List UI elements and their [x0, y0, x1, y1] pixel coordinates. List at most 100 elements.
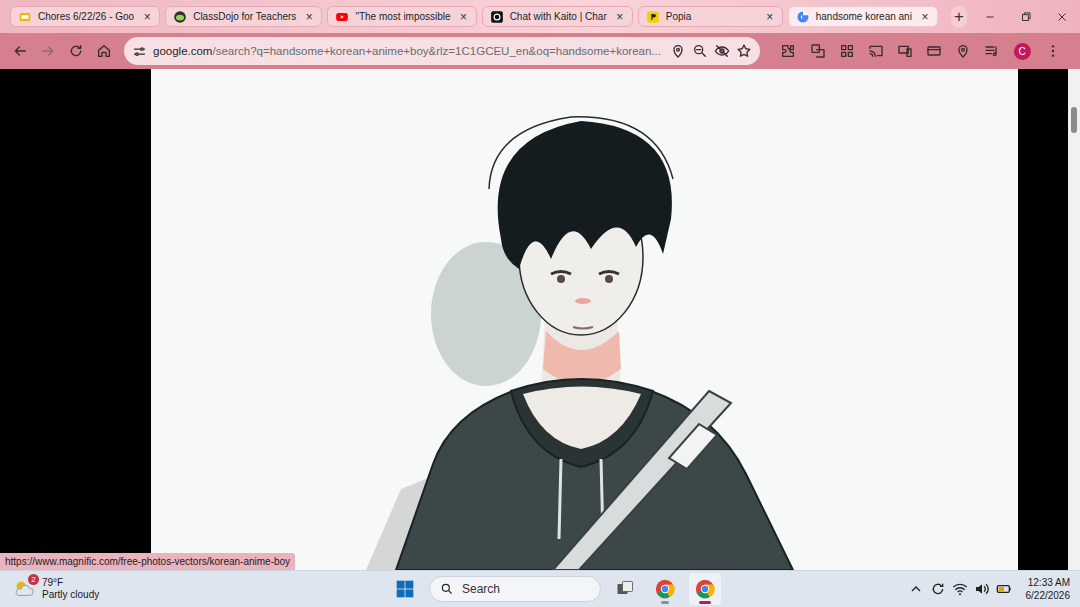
scrollbar[interactable]	[1068, 69, 1080, 570]
tab-label: "The most impossible	[355, 11, 450, 22]
google-icon	[796, 10, 810, 24]
weather-text: 79°FPartly cloudy	[42, 577, 99, 601]
site-settings-icon[interactable]	[132, 44, 147, 59]
toolbar: google.com/search?q=handsome+korean+anim…	[0, 33, 1080, 69]
tab-label: handsome korean ani	[816, 11, 912, 22]
scrollbar-thumb[interactable]	[1071, 107, 1077, 133]
media-icon	[984, 43, 1000, 59]
back-button[interactable]	[6, 37, 34, 65]
youtube-icon	[335, 10, 349, 24]
forward-button[interactable]	[34, 37, 62, 65]
clock-date: 6/22/2026	[1026, 589, 1071, 602]
tab-close-button[interactable]: ×	[613, 10, 627, 24]
tab-close-button[interactable]: ×	[302, 10, 316, 24]
reload-button[interactable]	[62, 37, 90, 65]
chevron-up-icon[interactable]	[908, 581, 924, 597]
devices-button[interactable]	[892, 37, 918, 65]
forward-icon	[40, 43, 56, 59]
eye-off-icon[interactable]	[714, 43, 730, 59]
cast-icon	[868, 43, 884, 59]
translate-button[interactable]	[805, 37, 831, 65]
location-button[interactable]	[950, 37, 976, 65]
browser-tab[interactable]: handsome korean ani ×	[788, 6, 938, 27]
location-icon	[955, 43, 971, 59]
zoom-icon[interactable]	[692, 43, 708, 59]
more-icon	[1045, 43, 1061, 59]
tab-close-button[interactable]: ×	[918, 10, 932, 24]
card-icon	[926, 43, 942, 59]
apps-grid-button[interactable]	[834, 37, 860, 65]
classdojo-icon	[173, 10, 187, 24]
extensions-icon	[780, 43, 796, 59]
link-status-tooltip: https://www.magnific.com/free-photos-vec…	[0, 553, 295, 570]
volume-icon[interactable]	[974, 581, 990, 597]
home-icon	[96, 43, 112, 59]
browser-tab[interactable]: ClassDojo for Teachers×	[165, 6, 322, 27]
start-button[interactable]	[389, 573, 421, 605]
task-view-icon	[615, 579, 635, 599]
running-indicator	[699, 601, 711, 604]
image-viewer[interactable]	[151, 69, 1018, 570]
tab-strip: Chores 6/22/26 - Goo×ClassDojo for Teach…	[0, 0, 1080, 33]
address-text[interactable]: google.com/search?q=handsome+korean+anim…	[153, 45, 664, 57]
tab-close-button[interactable]: ×	[457, 10, 471, 24]
search-icon	[440, 582, 454, 596]
browser-tab[interactable]: Chores 6/22/26 - Goo ×	[10, 6, 160, 27]
page-content: https://www.magnific.com/free-photos-vec…	[0, 69, 1080, 570]
menu-button[interactable]	[1039, 37, 1067, 65]
tab-label: Popia	[666, 11, 757, 22]
taskbar-search[interactable]: Search	[429, 576, 601, 602]
translate-icon	[810, 43, 826, 59]
profile-avatar: C	[1014, 43, 1031, 60]
chrome-icon	[694, 578, 716, 600]
address-bar[interactable]: google.com/search?q=handsome+korean+anim…	[124, 37, 760, 65]
tab-close-button[interactable]: ×	[763, 10, 777, 24]
running-indicator	[661, 601, 669, 604]
close-button[interactable]	[1044, 0, 1080, 33]
cast-button[interactable]	[863, 37, 889, 65]
clock-time: 12:33 AM	[1028, 576, 1070, 589]
extensions-button[interactable]	[774, 37, 802, 65]
chrome-icon	[654, 578, 676, 600]
minimize-icon	[983, 10, 997, 24]
back-icon	[12, 43, 28, 59]
window-controls	[972, 0, 1080, 33]
browser-tab[interactable]: Chat with Kaito | Char ×	[482, 6, 633, 27]
taskbar-app[interactable]	[649, 573, 681, 605]
toolbar-icons: C	[774, 37, 1067, 65]
location-icon[interactable]	[670, 43, 686, 59]
tab-close-button[interactable]: ×	[140, 10, 154, 24]
home-button[interactable]	[90, 37, 118, 65]
docs-icon	[18, 10, 32, 24]
browser-tab[interactable]: Popia ×	[638, 6, 783, 27]
weather-widget[interactable]: 279°FPartly cloudy	[12, 577, 372, 601]
system-tray: 12:33 AM6/22/2026	[908, 576, 1071, 602]
anime-boy-illustration	[151, 69, 1018, 570]
card-button[interactable]	[921, 37, 947, 65]
new-tab-button[interactable]: +	[951, 6, 967, 28]
taskbar-app[interactable]	[689, 573, 721, 605]
restore-icon	[1019, 10, 1033, 24]
task-view-button[interactable]	[609, 573, 641, 605]
notification-badge: 2	[28, 574, 39, 585]
media-button[interactable]	[979, 37, 1005, 65]
temperature: 79°F	[42, 577, 99, 589]
bookmark-star-icon[interactable]	[736, 43, 752, 59]
sync-icon[interactable]	[930, 581, 946, 597]
character-ai-icon	[490, 10, 504, 24]
windows-icon	[395, 579, 415, 599]
browser-tab[interactable]: "The most impossible ×	[327, 6, 476, 27]
page-background	[1018, 69, 1068, 570]
address-domain: google.com	[153, 45, 212, 57]
profile-button[interactable]: C	[1008, 37, 1036, 65]
restore-button[interactable]	[1008, 0, 1044, 33]
battery-icon[interactable]	[996, 581, 1012, 597]
tab-label: Chat with Kaito | Char	[510, 11, 607, 22]
clock[interactable]: 12:33 AM6/22/2026	[1026, 576, 1071, 602]
weather-condition: Partly cloudy	[42, 589, 99, 601]
tab-label: Chores 6/22/26 - Goo	[38, 11, 134, 22]
wifi-icon[interactable]	[952, 581, 968, 597]
devices-icon	[897, 43, 913, 59]
minimize-button[interactable]	[972, 0, 1008, 33]
reload-icon	[68, 43, 84, 59]
